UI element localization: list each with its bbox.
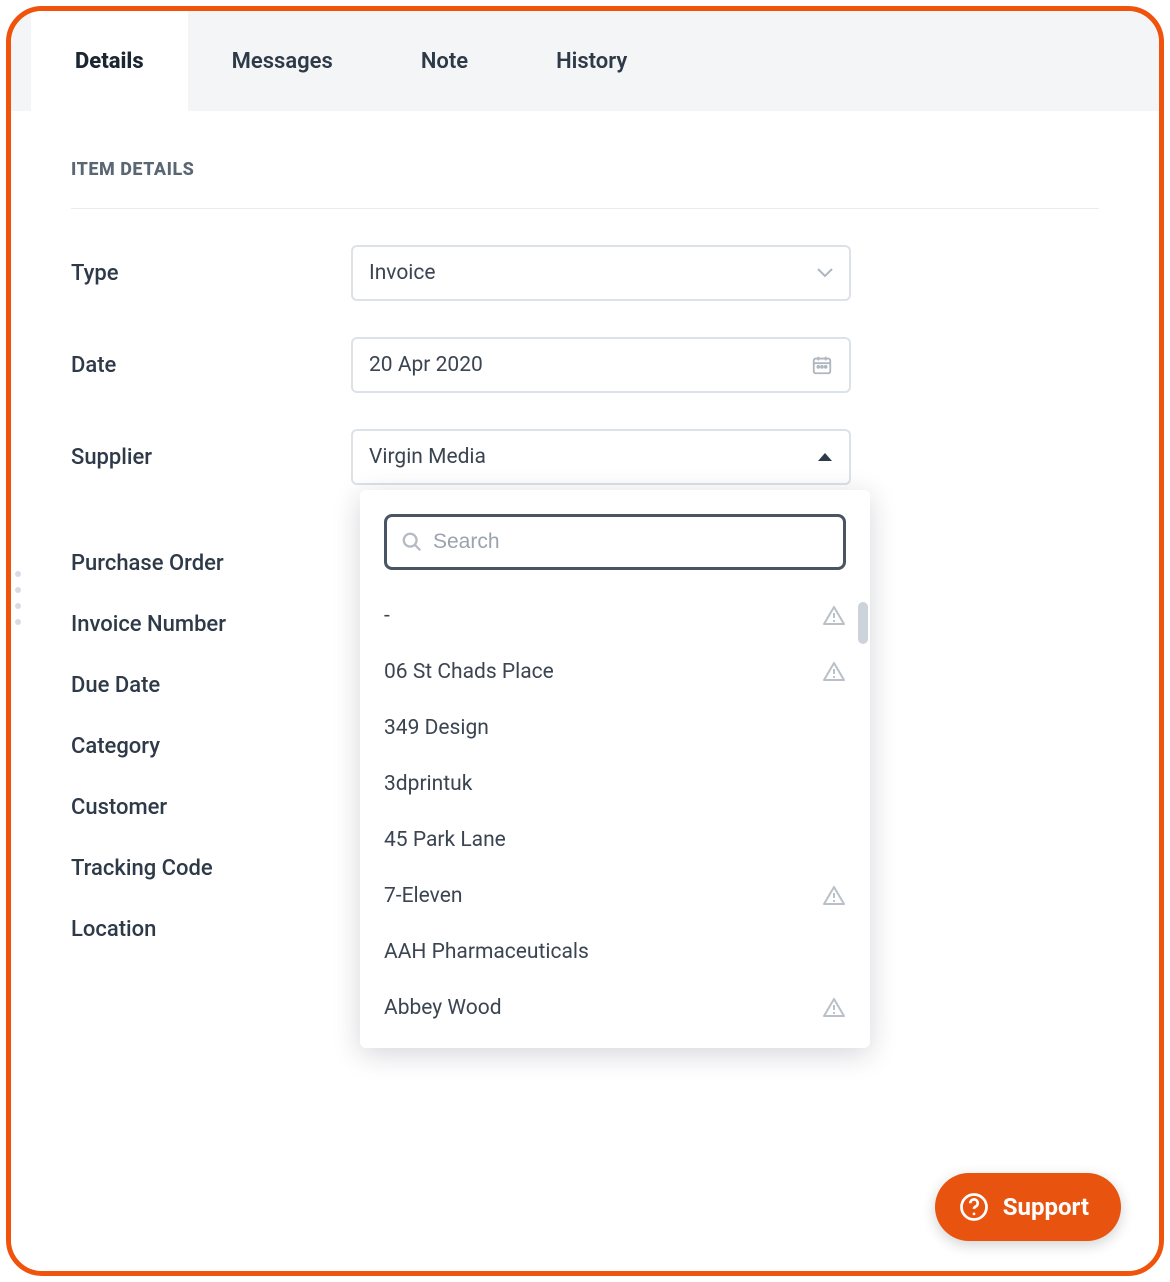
tab-bar: Details Messages Note History	[11, 11, 1159, 111]
label-location: Location	[71, 917, 351, 942]
dropdown-option-label: 06 St Chads Place	[384, 660, 554, 684]
warning-icon	[822, 660, 846, 684]
tab-note[interactable]: Note	[377, 11, 512, 111]
dropdown-option-label: Abbey Wood	[384, 996, 502, 1020]
support-button[interactable]: Support	[935, 1173, 1121, 1241]
warning-icon	[822, 884, 846, 908]
dropdown-search[interactable]	[384, 514, 846, 570]
label-purchase-order: Purchase Order	[71, 551, 351, 576]
tab-messages[interactable]: Messages	[188, 11, 377, 111]
dropdown-option[interactable]: AAH Pharmaceuticals	[360, 924, 870, 980]
dropdown-option[interactable]: Abbey Wood	[360, 980, 870, 1036]
dropdown-option-label: AAH Pharmaceuticals	[384, 940, 589, 964]
warning-icon	[822, 604, 846, 628]
row-supplier: Supplier Virgin Media	[71, 429, 1099, 485]
supplier-value: Virgin Media	[369, 445, 817, 469]
dropdown-options: - 06 St Chads Place 349 Design 3dprintuk 45 …	[360, 588, 870, 1036]
type-select[interactable]: Invoice	[351, 245, 851, 301]
dropdown-option[interactable]: 3dprintuk	[360, 756, 870, 812]
dropdown-search-input[interactable]	[433, 530, 829, 554]
label-due-date: Due Date	[71, 673, 351, 698]
label-invoice-number: Invoice Number	[71, 612, 351, 637]
date-input[interactable]: 20 Apr 2020	[351, 337, 851, 393]
dropdown-option[interactable]: 7-Eleven	[360, 868, 870, 924]
label-date: Date	[71, 353, 351, 378]
search-icon	[401, 531, 423, 553]
section-title: ITEM DETAILS	[71, 159, 1099, 209]
dropdown-option-label: -	[384, 604, 390, 628]
row-type: Type Invoice	[71, 245, 1099, 301]
label-type: Type	[71, 261, 351, 286]
support-label: Support	[1003, 1193, 1089, 1221]
supplier-select[interactable]: Virgin Media	[351, 429, 851, 485]
type-value: Invoice	[369, 261, 817, 285]
help-icon	[959, 1192, 989, 1222]
pager-dots	[15, 571, 21, 625]
tab-details[interactable]: Details	[31, 11, 188, 111]
warning-icon	[822, 996, 846, 1020]
date-value: 20 Apr 2020	[369, 353, 811, 377]
chevron-up-icon	[817, 452, 833, 462]
dropdown-option[interactable]: 45 Park Lane	[360, 812, 870, 868]
row-date: Date 20 Apr 2020	[71, 337, 1099, 393]
dropdown-scrollbar[interactable]	[858, 602, 868, 644]
label-tracking-code: Tracking Code	[71, 856, 351, 881]
label-category: Category	[71, 734, 351, 759]
label-supplier: Supplier	[71, 445, 351, 470]
chevron-down-icon	[817, 268, 833, 278]
dropdown-option[interactable]: 349 Design	[360, 700, 870, 756]
calendar-icon	[811, 354, 833, 376]
dropdown-option-label: 45 Park Lane	[384, 828, 506, 852]
dropdown-option-label: 3dprintuk	[384, 772, 472, 796]
label-customer: Customer	[71, 795, 351, 820]
app-frame: Details Messages Note History ITEM DETAI…	[6, 6, 1164, 1276]
dropdown-option[interactable]: -	[360, 588, 870, 644]
supplier-dropdown: - 06 St Chads Place 349 Design 3dprintuk 45 …	[360, 490, 870, 1048]
dropdown-option-label: 7-Eleven	[384, 884, 462, 908]
dropdown-option[interactable]: 06 St Chads Place	[360, 644, 870, 700]
dropdown-option-label: 349 Design	[384, 716, 489, 740]
tab-history[interactable]: History	[512, 11, 671, 111]
